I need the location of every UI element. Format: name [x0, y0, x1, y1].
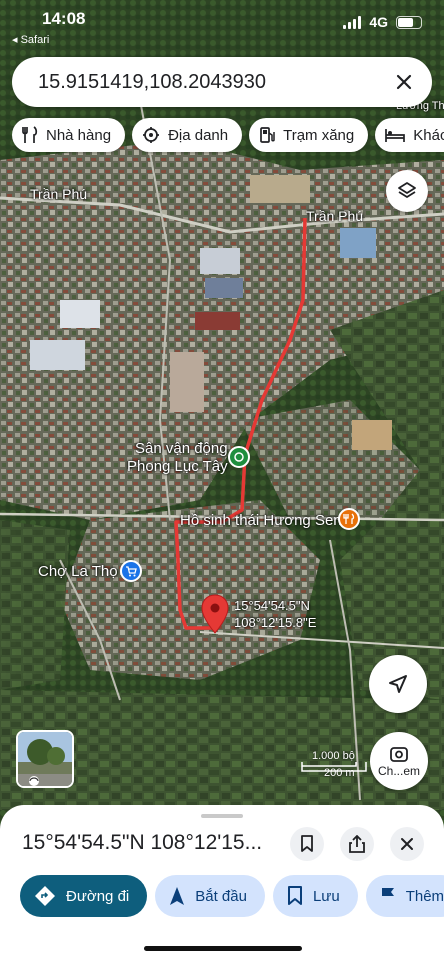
search-bar[interactable]: 15.9151419,108.2043930 — [12, 57, 432, 107]
directions-label: Đường đi — [66, 887, 130, 905]
directions-icon — [35, 886, 55, 906]
flag-icon — [381, 888, 394, 905]
chip-label: Địa danh — [168, 126, 229, 144]
scale-feet: 1.000 bộ — [312, 750, 355, 762]
search-input[interactable]: 15.9151419,108.2043930 — [38, 71, 266, 94]
share-button[interactable] — [340, 827, 374, 861]
chip-restaurants[interactable]: Nhà hàng — [12, 118, 126, 152]
navigation-arrow-icon — [389, 675, 407, 693]
layers-button[interactable] — [386, 170, 428, 212]
signal-icon — [343, 15, 362, 29]
back-to-safari[interactable]: ◂ Safari — [12, 33, 49, 46]
start-label: Bắt đầu — [195, 887, 247, 905]
gas-station-icon — [260, 127, 275, 143]
my-location-button[interactable] — [369, 655, 427, 713]
home-indicator — [144, 946, 302, 951]
close-icon[interactable] — [390, 68, 418, 96]
sheet-drag-handle[interactable] — [201, 814, 243, 818]
camera-lens-icon — [390, 746, 408, 762]
chip-label: Khách — [413, 126, 444, 144]
poi-name[interactable]: Phong Lục Tây — [127, 458, 228, 475]
layers-icon — [398, 182, 416, 198]
poi-name[interactable]: Sân vận động — [135, 440, 228, 457]
landmark-icon — [143, 127, 160, 143]
directions-button[interactable]: Đường đi — [20, 875, 148, 917]
pin-coordinates: 15°54'54.5"N 108°12'15.8"E — [234, 597, 316, 631]
close-icon — [401, 838, 413, 850]
more-button[interactable]: Thêm — [365, 875, 444, 917]
status-bar: 14:08 ◂ Safari 4G — [0, 0, 444, 50]
place-title: 15°54'54.5"N 108°12'15... — [22, 831, 263, 854]
place-bottom-sheet[interactable]: 15°54'54.5"N 108°12'15... Đường đi Bắt đ… — [0, 805, 444, 960]
pin-latitude: 15°54'54.5"N — [234, 598, 310, 613]
share-icon — [349, 835, 365, 853]
chip-label: Nhà hàng — [46, 126, 112, 144]
network-type: 4G — [369, 14, 388, 30]
more-label: Thêm — [405, 887, 444, 905]
poi-name[interactable]: Hồ sinh thái Hương Sen — [180, 512, 342, 529]
action-buttons: Đường đi Bắt đầu Lưu Thêm — [20, 875, 444, 917]
close-sheet-button[interactable] — [390, 827, 424, 861]
dropped-pin-icon[interactable] — [201, 594, 229, 634]
hotel-icon — [385, 129, 406, 142]
pin-longitude: 108°12'15.8"E — [234, 615, 317, 630]
market-poi-icon[interactable] — [120, 560, 142, 582]
road-label: Trần Phú — [306, 208, 364, 224]
bookmark-icon — [287, 886, 302, 905]
lens-button[interactable]: Ch...em — [370, 732, 428, 790]
status-time: 14:08 — [42, 9, 86, 28]
chip-gas-stations[interactable]: Trạm xăng — [249, 118, 369, 152]
poi-name[interactable]: Chợ La Thọ — [38, 563, 118, 580]
lens-label: Ch...em — [377, 763, 420, 778]
chip-label: Trạm xăng — [283, 126, 355, 144]
chip-hotels[interactable]: Khách — [375, 118, 444, 152]
street-view-thumbnail[interactable] — [16, 730, 74, 788]
chip-landmarks[interactable]: Địa danh — [132, 118, 243, 152]
category-chips: Nhà hàng Địa danh Trạm xăng Khách — [12, 118, 444, 154]
save-label: Lưu — [312, 887, 340, 905]
road-label: Trần Phú — [30, 186, 88, 202]
bookmark-icon — [301, 835, 313, 852]
battery-icon — [396, 15, 422, 29]
save-bookmark-button[interactable] — [290, 827, 324, 861]
restaurant-icon — [22, 126, 38, 143]
stadium-poi-icon[interactable] — [228, 446, 250, 468]
start-button[interactable]: Bắt đầu — [155, 875, 265, 917]
restaurant-poi-icon[interactable] — [338, 508, 360, 530]
navigation-arrow-icon — [170, 887, 185, 905]
save-button[interactable]: Lưu — [272, 875, 358, 917]
